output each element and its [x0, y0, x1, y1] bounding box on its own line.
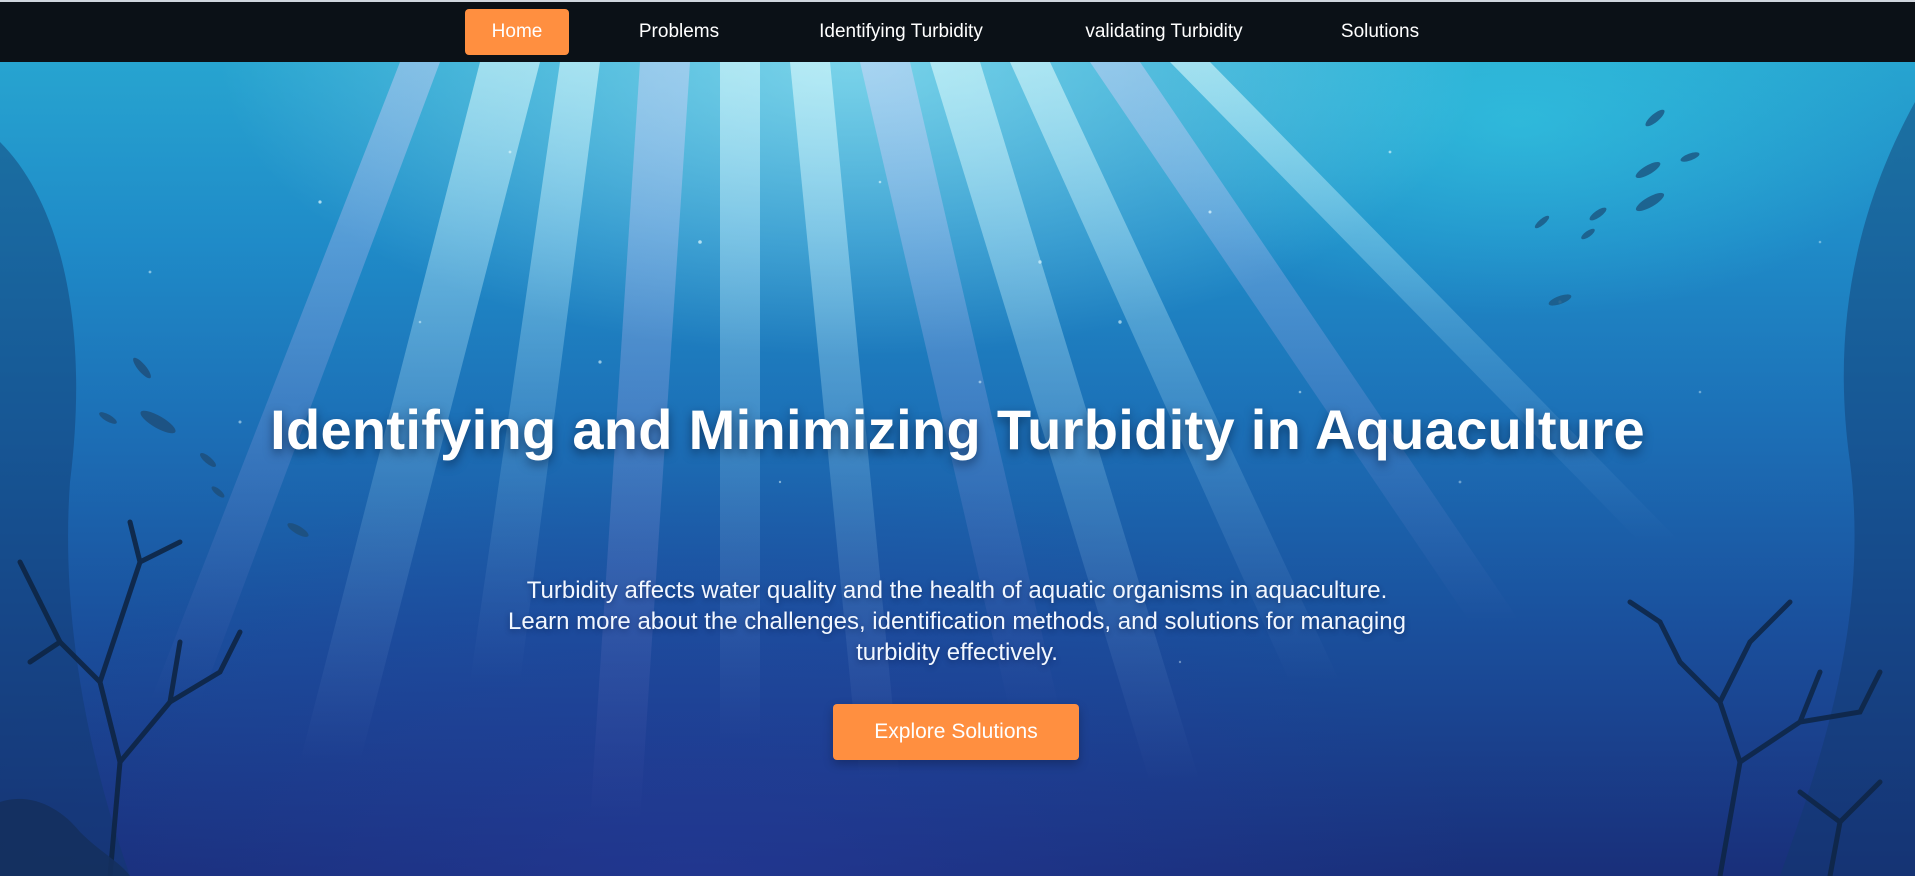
left-rock-wall — [0, 142, 130, 876]
hero-description: Turbidity affects water quality and the … — [508, 577, 1406, 666]
nav-link-identifying-turbidity[interactable]: Identifying Turbidity — [800, 9, 1002, 55]
hero-title: Identifying and Minimizing Turbidity in … — [270, 398, 1645, 461]
nav-link-problems[interactable]: Problems — [620, 9, 738, 55]
top-navbar: Home Problems Identifying Turbidity vali… — [0, 0, 1915, 62]
hero-section: Identifying and Minimizing Turbidity in … — [0, 62, 1915, 876]
nav-link-home[interactable]: Home — [465, 9, 569, 55]
fish-school-right — [1534, 109, 1700, 306]
right-rock-wall — [1780, 102, 1915, 876]
nav-link-solutions[interactable]: Solutions — [1325, 9, 1435, 55]
explore-solutions-button[interactable]: Explore Solutions — [833, 704, 1079, 760]
nav-link-validating-turbidity[interactable]: validating Turbidity — [1068, 9, 1260, 55]
